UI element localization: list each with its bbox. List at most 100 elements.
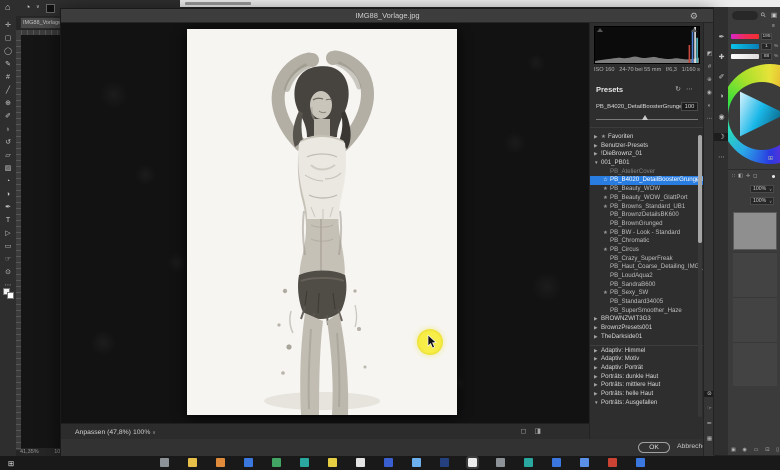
preset-group[interactable]: ▶Adaptiv: Himmel [590,347,704,356]
star-icon[interactable]: ★ [603,185,610,194]
move-tool-icon[interactable]: ✛ [1,19,15,32]
taskbar-app-icon[interactable] [216,458,225,467]
highlight-clipping-icon[interactable] [691,28,697,32]
hue-gradient-bar[interactable] [731,34,759,39]
preset-group[interactable]: ▶★Favoriten [590,133,704,142]
preset-group[interactable]: ▼001_PB01 [590,159,704,168]
document-tab[interactable]: IMG88_Vorlage... [20,17,64,29]
more-options-icon[interactable]: ⋯ [686,86,698,93]
blur-tool-icon[interactable]: ◔ [1,175,15,188]
opacity-select[interactable]: 100%∨ [750,185,774,193]
lasso-tool-icon[interactable]: ◯ [1,45,15,58]
ps-zoom-level[interactable]: 41,35% [20,449,39,455]
preset-group[interactable]: ▶Porträts: mittlere Haut [590,381,704,390]
preset-group[interactable]: ▶Porträts: helle Haut [590,390,704,399]
layer-lock-icons[interactable]: ∷◧✛◻ [732,173,760,179]
type-tool-icon[interactable]: T [1,214,15,227]
chevron-right-icon[interactable]: ▶ [594,150,601,159]
layer-thumbnail[interactable] [733,212,777,250]
taskbar-app-icon[interactable] [300,458,309,467]
chevron-right-icon[interactable]: ▶ [594,324,601,333]
preset-item[interactable]: PB_Haut_Coarse_Detailing_IMG_KC [590,263,704,272]
preset-item[interactable]: PB_BrownzDetailsBK600 [590,211,704,220]
preset-group[interactable]: ▶TheDarkside01 [590,333,704,342]
lasso-tool-icon[interactable]: ◔ [25,2,30,12]
path-selection-tool-icon[interactable]: ▷ [1,227,15,240]
preset-amount-value[interactable]: 100 [681,102,698,111]
layer-list[interactable] [733,252,777,386]
panel-menu-icon[interactable]: ≡ [772,23,775,29]
taskbar-app-icon[interactable] [636,458,645,467]
preset-group[interactable]: ▶Adaptiv: Motiv [590,355,704,364]
clone-stamp-tool-icon[interactable]: ♁ [1,123,15,136]
chevron-right-icon[interactable]: ▶ [594,315,601,324]
eye-icon[interactable]: ◉ [714,113,729,121]
link-layers-icon[interactable]: ▣ [731,447,736,453]
dodge-icon[interactable]: ◑ [714,93,729,100]
preset-item[interactable]: ★PB_Beauty_WOW_GlattPort [590,194,704,203]
home-icon[interactable]: ⌂ [5,2,10,12]
search-icon[interactable]: ⚲ [759,10,768,19]
mixer-icon[interactable]: ✚ [714,53,729,61]
search-input[interactable] [732,11,758,20]
marquee-tool-icon[interactable]: ▢ [1,32,15,45]
chevron-down-icon[interactable]: ▼ [594,399,601,408]
preset-item[interactable]: PB_Standard34005 [590,298,704,307]
chevron-right-icon[interactable]: ▶ [594,142,601,151]
taskbar-app-icon[interactable] [412,458,421,467]
star-icon[interactable]: ★ [603,246,610,255]
preset-group[interactable]: ▶BROWNZWIT3G3 [590,315,704,324]
shadow-clipping-icon[interactable] [597,28,603,32]
healing-tool-icon[interactable]: ⊕ [1,97,15,110]
histogram[interactable] [594,26,700,64]
chevron-right-icon[interactable]: ▶ [594,373,601,382]
pen-tool-icon[interactable]: ✒ [1,201,15,214]
taskbar-app-icon[interactable] [384,458,393,467]
preset-item[interactable]: ★PB_Sexy_SW [590,289,704,298]
star-icon[interactable]: ★ [603,229,610,238]
preset-item[interactable]: ☆PB_B4020_DetailBoosterGrunged◨ [590,176,704,185]
preset-item[interactable]: ★PB_BW - Look - Standard [590,229,704,238]
preview-canvas[interactable] [61,23,589,423]
taskbar-app-icon[interactable] [356,458,365,467]
taskbar-app-icon[interactable] [496,458,505,467]
preset-group[interactable]: ▼Porträts: Ausgefallen [590,399,704,408]
refresh-icon[interactable]: ↻ [675,86,686,93]
pen-icon[interactable]: ✒ [714,33,729,41]
saturation-value[interactable]: 1 [761,43,772,50]
before-after-view-icon[interactable]: ◻ [521,428,535,435]
taskbar-app-icon[interactable] [552,458,561,467]
taskbar-app-icon[interactable] [272,458,281,467]
taskbar-app-icon[interactable] [188,458,197,467]
brightness-value[interactable]: 88 [761,53,772,60]
preset-item[interactable]: PB_Crazy_SuperFreak [590,255,704,264]
preset-item[interactable]: ★PB_Browns_Standard_UB1 [590,203,704,212]
taskbar-app-icon[interactable] [468,458,477,467]
chevron-right-icon[interactable]: ▶ [594,133,601,142]
preset-item[interactable]: ★PB_Beauty_WOW [590,185,704,194]
layer-effects-icon[interactable]: ◉ [743,447,747,453]
chevron-right-icon[interactable]: ▶ [594,381,601,390]
saturation-slider-row[interactable]: 1 % [731,43,777,50]
shape-tool-icon[interactable]: ▭ [1,240,15,253]
grid-view-icon[interactable]: ⊞ [768,155,773,162]
chevron-down-icon[interactable]: ▼ [594,159,601,168]
hue-value[interactable]: 195 [761,33,772,40]
preset-item[interactable]: PB_Chromatic [590,237,704,246]
taskbar-app-icon[interactable] [580,458,589,467]
history-brush-tool-icon[interactable]: ↺ [1,136,15,149]
crop-tool-icon[interactable]: # [1,71,15,84]
preset-group[interactable]: ▶!DieBrownz_01 [590,150,704,159]
ok-button[interactable]: OK [638,442,670,453]
moon-icon[interactable]: ☽ [714,133,729,141]
brightness-gradient-bar[interactable] [731,54,759,59]
background-color-swatch[interactable] [7,292,14,299]
quick-selection-tool-icon[interactable]: ✎ [1,58,15,71]
preset-group[interactable]: ▶Porträts: dunkle Haut [590,373,704,382]
settings-gear-icon[interactable]: ⚙ [690,9,698,23]
chevron-right-icon[interactable]: ▶ [594,355,601,364]
zoom-tool-icon[interactable]: ⊙ [1,266,15,279]
taskbar-app-icon[interactable] [524,458,533,467]
color-wheel[interactable] [728,62,780,166]
delete-layer-icon[interactable]: ▯ [776,447,779,453]
